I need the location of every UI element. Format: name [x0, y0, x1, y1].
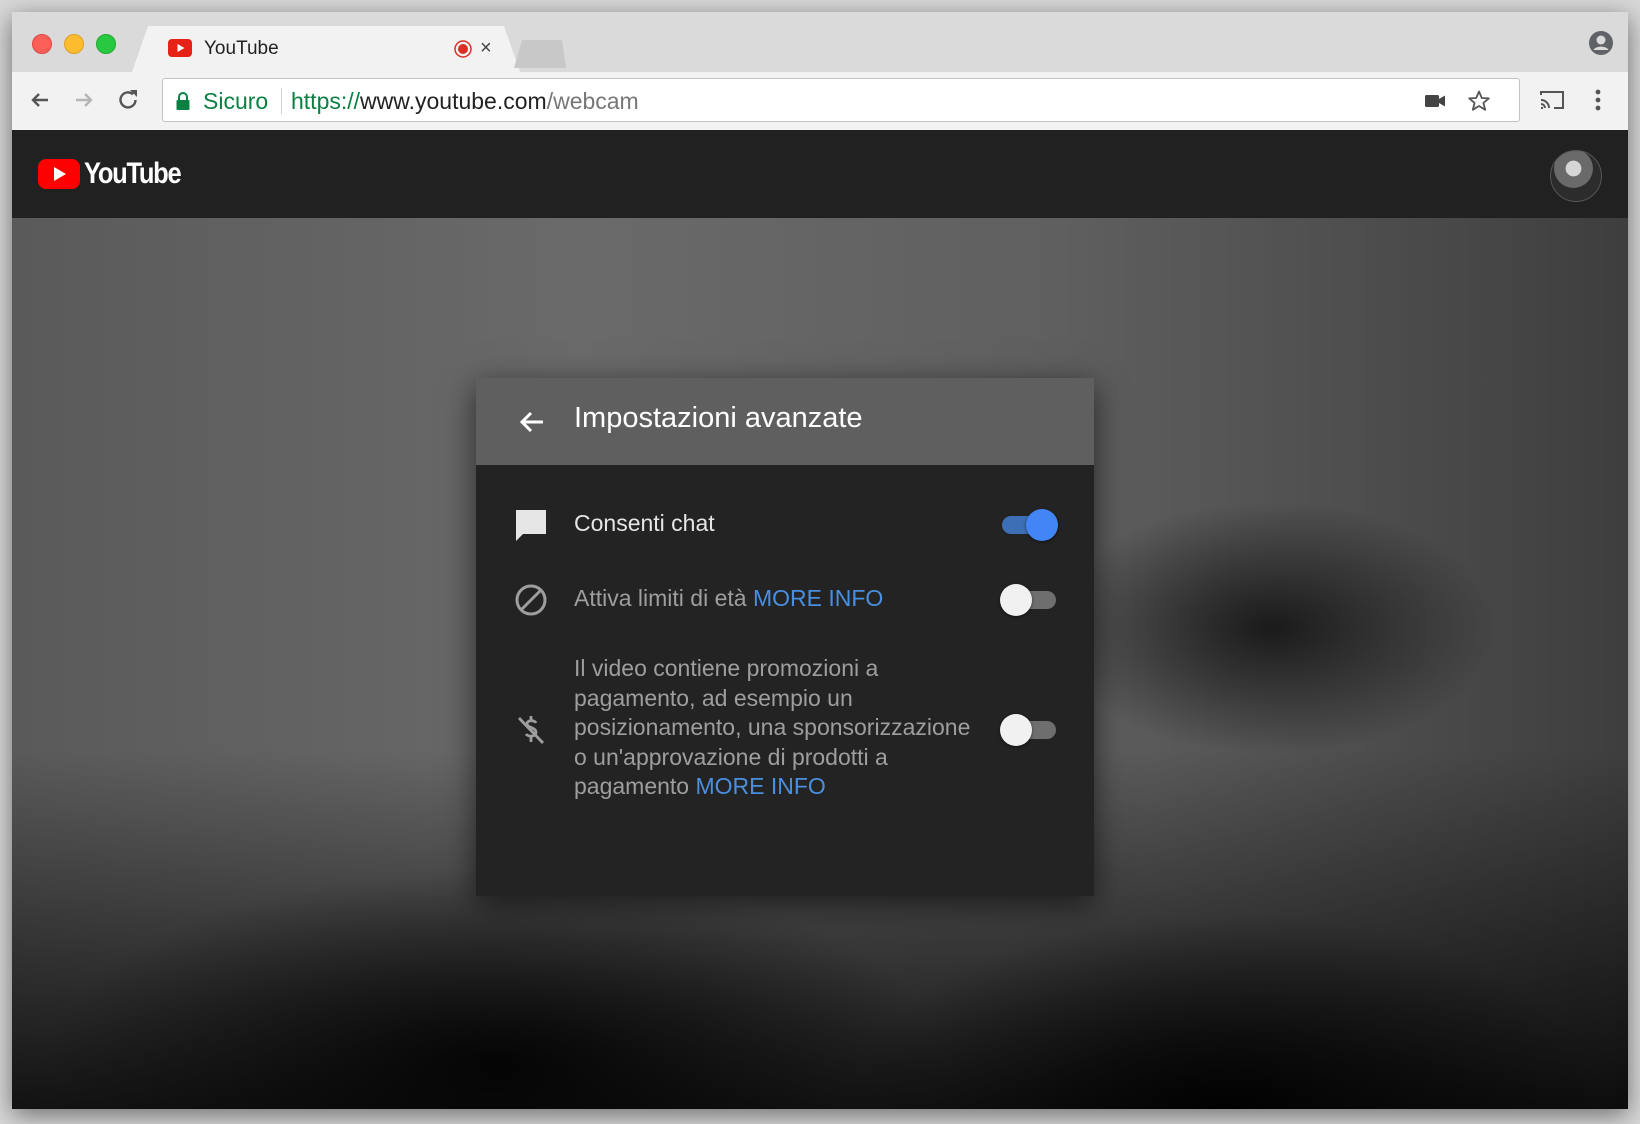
- url-divider: [281, 88, 282, 114]
- profile-icon[interactable]: [1588, 30, 1614, 56]
- reload-icon[interactable]: [114, 86, 142, 114]
- new-tab-button[interactable]: [514, 40, 566, 68]
- url-path: /webcam: [546, 88, 639, 114]
- minimize-window-button[interactable]: [64, 34, 84, 54]
- forward-icon[interactable]: [70, 86, 98, 114]
- paid-promotion-more-info-link[interactable]: MORE INFO: [695, 773, 825, 799]
- browser-toolbar: Sicuro https://www.youtube.com/webcam: [12, 72, 1628, 131]
- youtube-icon: [168, 39, 192, 57]
- browser-window: YouTube × Sicuro https://www.youtube.com…: [12, 12, 1628, 1109]
- paid-promotion-label: Il video contiene promozioni a pagamento…: [574, 654, 984, 802]
- allow-chat-toggle[interactable]: [1000, 508, 1060, 542]
- tab-title: YouTube: [204, 38, 279, 59]
- age-restriction-toggle[interactable]: [1000, 583, 1060, 617]
- age-restriction-more-info-link[interactable]: MORE INFO: [753, 585, 883, 611]
- youtube-logo[interactable]: YouTube: [38, 157, 197, 190]
- allow-chat-label: Consenti chat: [574, 510, 715, 536]
- star-icon[interactable]: [1467, 89, 1491, 113]
- advanced-settings-dialog: Impostazioni avanzate Consenti chat Atti…: [476, 378, 1094, 896]
- tab-close-icon[interactable]: ×: [480, 37, 492, 60]
- youtube-play-icon: [38, 159, 80, 189]
- close-window-button[interactable]: [32, 34, 52, 54]
- recording-icon: [454, 40, 472, 58]
- menu-icon[interactable]: [1584, 86, 1612, 114]
- paid-promotion-toggle[interactable]: [1000, 713, 1060, 747]
- url-scheme: https://: [291, 88, 361, 114]
- address-bar[interactable]: Sicuro https://www.youtube.com/webcam: [162, 78, 1520, 122]
- avatar[interactable]: [1550, 150, 1602, 202]
- youtube-header: YouTube: [12, 130, 1628, 218]
- tab-strip: YouTube ×: [12, 12, 1628, 72]
- url-text[interactable]: https://www.youtube.com/webcam: [291, 88, 639, 115]
- back-arrow-icon[interactable]: [516, 406, 548, 438]
- secure-label: Sicuro: [203, 88, 269, 114]
- age-restriction-text: Attiva limiti di età: [574, 585, 753, 611]
- url-host: www.youtube.com: [360, 88, 547, 114]
- lock-icon: [176, 92, 190, 110]
- youtube-logo-text: YouTube: [84, 157, 182, 190]
- camera-icon[interactable]: [1423, 89, 1447, 113]
- block-icon: [515, 584, 547, 616]
- age-restriction-label: Attiva limiti di età MORE INFO: [574, 584, 883, 614]
- chat-icon: [516, 510, 546, 541]
- back-icon[interactable]: [26, 86, 54, 114]
- dialog-header: Impostazioni avanzate: [476, 378, 1094, 465]
- no-money-icon: [517, 716, 545, 744]
- tab-youtube[interactable]: YouTube ×: [132, 26, 520, 72]
- cast-icon[interactable]: [1538, 86, 1566, 114]
- dialog-title: Impostazioni avanzate: [574, 402, 863, 434]
- maximize-window-button[interactable]: [96, 34, 116, 54]
